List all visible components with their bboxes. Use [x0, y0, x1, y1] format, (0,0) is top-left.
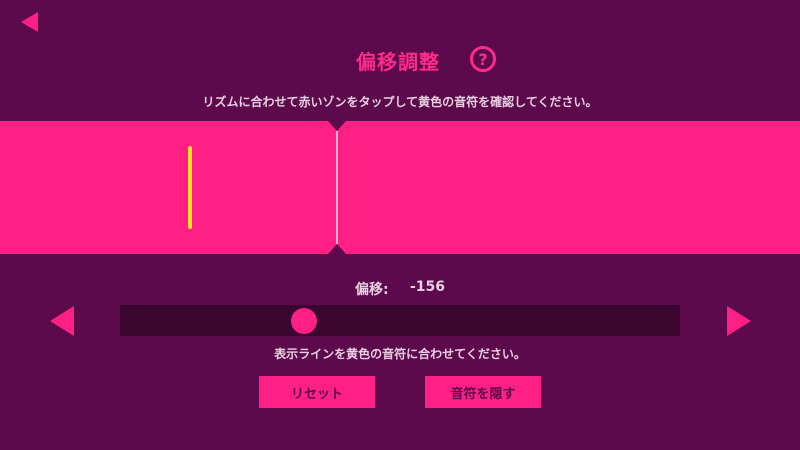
- right-arrow-icon[interactable]: [725, 305, 753, 337]
- bottom-notch-marker: [328, 244, 346, 254]
- reset-button-label: リセット: [290, 386, 343, 402]
- reset-button[interactable]: リセット: [259, 376, 375, 408]
- offset-label: 偏移:: [355, 282, 389, 298]
- hide-notes-button-label: 音符を隠す: [450, 386, 516, 402]
- help-icon-glyph: ?: [478, 49, 488, 69]
- tap-zone[interactable]: [0, 121, 800, 254]
- instruction-text: リズムに合わせて赤いゾンをタップして黄色の音符を確認してください。: [202, 95, 598, 109]
- hide-notes-button[interactable]: 音符を隠す: [425, 376, 541, 408]
- yellow-note: [188, 146, 192, 229]
- offset-value: -156: [410, 279, 446, 295]
- left-arrow-icon[interactable]: [48, 305, 76, 337]
- title-row: 偏移調整 ?: [0, 42, 800, 78]
- display-line: [336, 131, 338, 244]
- offset-slider[interactable]: [120, 305, 680, 336]
- hint-text: 表示ラインを黄色の音符に合わせてください。: [274, 347, 526, 361]
- offset-readout: 偏移: -156: [0, 279, 800, 299]
- page-title: 偏移調整: [356, 50, 440, 74]
- help-icon[interactable]: ?: [470, 46, 496, 72]
- slider-knob[interactable]: [291, 308, 317, 334]
- top-notch-marker: [328, 121, 346, 131]
- back-arrow-icon[interactable]: [18, 10, 42, 34]
